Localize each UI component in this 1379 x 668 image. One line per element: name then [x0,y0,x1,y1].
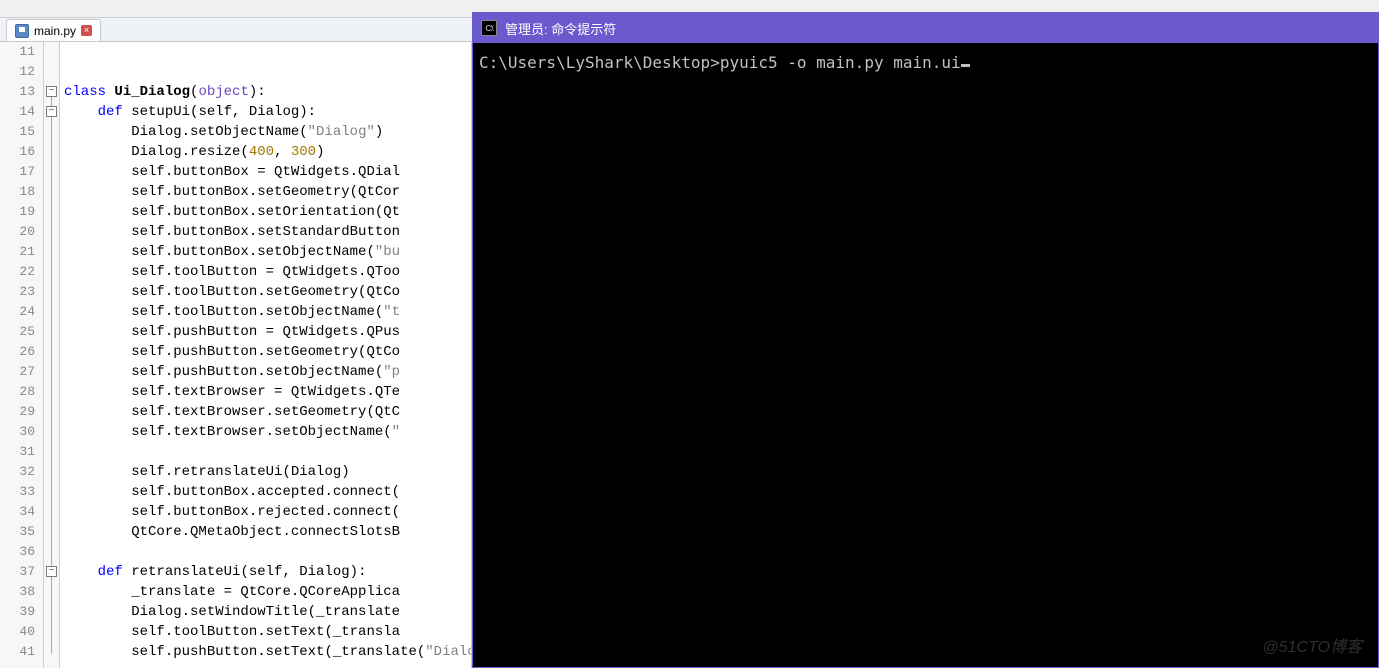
line-number: 41 [0,644,43,664]
line-number: 36 [0,544,43,564]
line-number: 21 [0,244,43,264]
code-line: self.pushButton = QtWidgets.QPus [64,324,471,344]
code-line: self.buttonBox.setOrientation(Qt [64,204,471,224]
cmd-icon: C:\ [481,20,497,36]
code-line: def setupUi(self, Dialog): [64,104,471,124]
line-number: 12 [0,64,43,84]
watermark: @51CTO博客 [1262,633,1362,657]
code-line: self.buttonBox = QtWidgets.QDial [64,164,471,184]
code-line [64,444,471,464]
line-number: 23 [0,284,43,304]
code-line: def retranslateUi(self, Dialog): [64,564,471,584]
file-icon [15,24,29,38]
toolbar-icon[interactable] [6,2,20,16]
terminal-window[interactable]: C:\ 管理员: 命令提示符 C:\Users\LyShark\Desktop>… [472,12,1379,668]
code-line: self.toolButton.setText(_transla [64,624,471,644]
code-line: QtCore.QMetaObject.connectSlotsB [64,524,471,544]
line-number: 26 [0,344,43,364]
line-gutter: 1112131415161718192021222324252627282930… [0,42,44,668]
code-line: self.toolButton.setGeometry(QtCo [64,284,471,304]
code-line: self.retranslateUi(Dialog) [64,464,471,484]
line-number: 34 [0,504,43,524]
line-number: 14 [0,104,43,124]
tab-label: main.py [34,24,76,38]
code-line: self.buttonBox.setObjectName("bu [64,244,471,264]
code-line: self.pushButton.setObjectName("p [64,364,471,384]
line-number: 33 [0,484,43,504]
line-number: 37 [0,564,43,584]
fold-toggle[interactable]: − [46,106,57,117]
code-line: self.textBrowser = QtWidgets.QTe [64,384,471,404]
code-line: self.textBrowser.setObjectName(" [64,424,471,444]
line-number: 11 [0,44,43,64]
line-number: 40 [0,624,43,644]
code-line: self.buttonBox.setGeometry(QtCor [64,184,471,204]
fold-column: − − − [44,42,60,668]
line-number: 18 [0,184,43,204]
fold-toggle[interactable]: − [46,566,57,577]
fold-toggle[interactable]: − [46,86,57,97]
line-number: 17 [0,164,43,184]
line-number: 13 [0,84,43,104]
line-number: 39 [0,604,43,624]
code-line: self.pushButton.setGeometry(QtCo [64,344,471,364]
code-line: Dialog.setObjectName("Dialog") [64,124,471,144]
line-number: 30 [0,424,43,444]
cursor-icon [961,64,970,67]
code-line: self.toolButton.setObjectName("t [64,304,471,324]
line-number: 29 [0,404,43,424]
code-line: self.toolButton = QtWidgets.QToo [64,264,471,284]
code-area[interactable]: class Ui_Dialog(object): def setupUi(sel… [60,42,471,668]
close-icon[interactable]: × [81,25,92,36]
line-number: 35 [0,524,43,544]
line-number: 27 [0,364,43,384]
line-number: 28 [0,384,43,404]
code-line: self.buttonBox.accepted.connect( [64,484,471,504]
code-line: _translate = QtCore.QCoreApplica [64,584,471,604]
line-number: 19 [0,204,43,224]
line-number: 32 [0,464,43,484]
line-number: 16 [0,144,43,164]
code-line: self.textBrowser.setGeometry(QtC [64,404,471,424]
line-number: 22 [0,264,43,284]
code-line: class Ui_Dialog(object): [64,84,471,104]
code-line: Dialog.resize(400, 300) [64,144,471,164]
line-number: 25 [0,324,43,344]
code-line [64,44,471,64]
line-number: 15 [0,124,43,144]
code-editor[interactable]: 1112131415161718192021222324252627282930… [0,42,472,668]
code-line: self.pushButton.setText(_translate("Dial… [64,644,471,664]
terminal-title: 管理员: 命令提示符 [505,19,616,38]
code-line: Dialog.setWindowTitle(_translate [64,604,471,624]
line-number: 31 [0,444,43,464]
code-line: self.buttonBox.setStandardButton [64,224,471,244]
line-number: 24 [0,304,43,324]
code-line [64,64,471,84]
line-number: 20 [0,224,43,244]
code-line [64,544,471,564]
tab-main-py[interactable]: main.py × [6,19,101,41]
code-line: self.buttonBox.rejected.connect( [64,504,471,524]
terminal-titlebar[interactable]: C:\ 管理员: 命令提示符 [473,13,1378,43]
terminal-body[interactable]: C:\Users\LyShark\Desktop>pyuic5 -o main.… [473,43,1378,82]
line-number: 38 [0,584,43,604]
terminal-line: C:\Users\LyShark\Desktop>pyuic5 -o main.… [479,53,1372,72]
